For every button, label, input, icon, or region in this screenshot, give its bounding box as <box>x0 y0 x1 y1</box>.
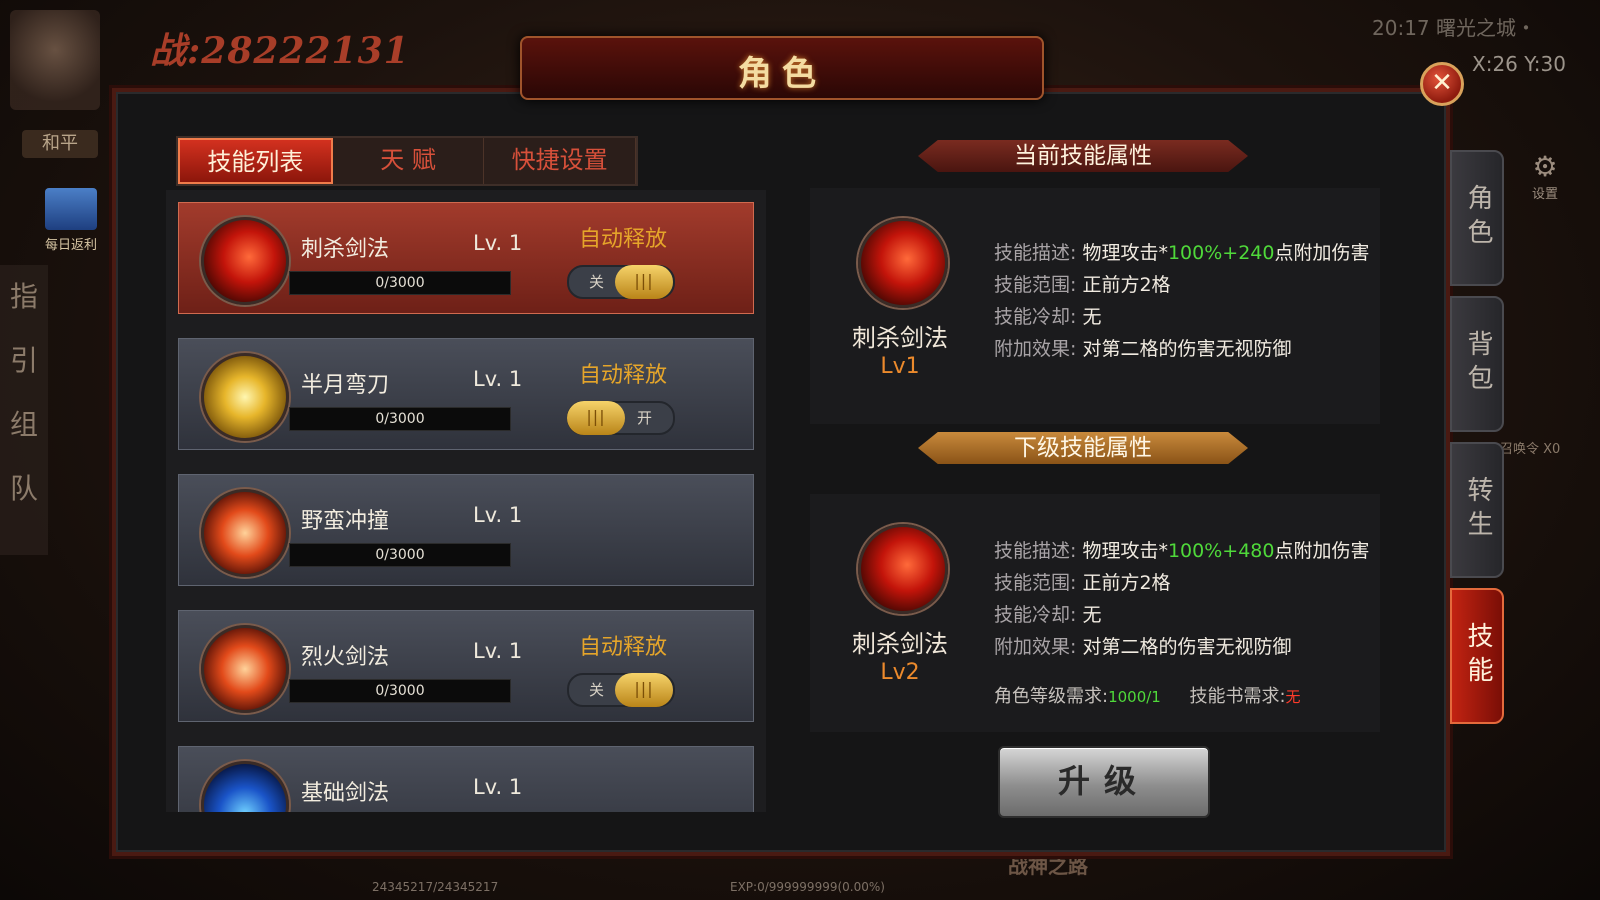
attr-effect: 附加效果: 对第二格的伤害无视防御 <box>994 338 1292 360</box>
summon-counter: 召唤令 X0 <box>1500 442 1561 457</box>
attr-effect: 附加效果: 对第二格的伤害无视防御 <box>994 636 1292 658</box>
window-title-bar: 角色 <box>520 36 1044 100</box>
auto-cast-toggle[interactable]: ||| 开 <box>567 401 675 435</box>
attr-cooldown: 技能冷却: 无 <box>994 306 1102 328</box>
skill-progress-text: 0/3000 <box>375 683 425 699</box>
tab-skill-list[interactable]: 技能列表 <box>178 138 333 184</box>
left-menu-char-1[interactable]: 指 <box>0 265 48 329</box>
next-skill-name: 刺杀剑法 <box>852 630 948 658</box>
attr-description: 技能描述: 物理攻击*100%+240点附加伤害 <box>994 242 1370 264</box>
window-title: 角色 <box>738 54 826 94</box>
hp-readout: 24345217/24345217 <box>372 880 499 894</box>
attr-cooldown: 技能冷却: 无 <box>994 604 1102 626</box>
skill-name: 基础剑法 <box>301 781 390 806</box>
attr-range: 技能范围: 正前方2格 <box>994 274 1171 296</box>
skill-row-yeman[interactable]: 野蛮冲撞 Lv. 1 0/3000 <box>178 474 754 586</box>
skill-book-requirement: 技能书需求: <box>1189 686 1286 707</box>
skill-tabs: 技能列表 天 赋 快捷设置 <box>176 136 638 186</box>
attr-range: 技能范围: 正前方2格 <box>994 572 1171 594</box>
sword-slash-icon <box>858 524 948 614</box>
skill-list[interactable]: 刺杀剑法 Lv. 1 0/3000 自动释放 关 ||| 半月弯刀 Lv. 1 … <box>166 190 766 812</box>
skill-level: Lv. 1 <box>473 775 523 799</box>
daily-rebate-label: 每日返利 <box>44 238 97 253</box>
daily-rebate-button[interactable]: 每日返利 <box>36 188 106 258</box>
basic-sword-icon <box>201 761 289 812</box>
left-side-menu: 指 引 组 队 <box>0 265 48 555</box>
left-menu-char-2[interactable]: 引 <box>0 329 48 393</box>
next-skill-level: Lv2 <box>880 660 920 685</box>
auto-cast-toggle[interactable]: 关 ||| <box>567 265 675 299</box>
next-skill-header: 下级技能属性 <box>918 432 1248 464</box>
skill-row-banyue[interactable]: 半月弯刀 Lv. 1 0/3000 自动释放 ||| 开 <box>178 338 754 450</box>
current-skill-level: Lv1 <box>880 354 920 379</box>
exp-readout: EXP:0/999999999(0.00%) <box>730 880 885 894</box>
player-avatar <box>10 10 100 110</box>
skill-level: Lv. 1 <box>473 503 523 527</box>
skill-name: 半月弯刀 <box>301 373 390 398</box>
toggle-off-label: 关 <box>589 681 605 699</box>
tab-talent[interactable]: 天 赋 <box>333 138 485 184</box>
skill-progress-text: 0/3000 <box>375 547 425 563</box>
sword-slash-icon <box>201 217 289 305</box>
half-moon-icon <box>201 353 289 441</box>
current-skill-info: 刺杀剑法 Lv1 技能描述: 物理攻击*100%+240点附加伤害 技能范围: … <box>810 188 1380 424</box>
fire-sword-icon <box>201 625 289 713</box>
toggle-on-label: 开 <box>637 409 653 427</box>
skill-row-jichu[interactable]: 基础剑法 Lv. 1 <box>178 746 754 812</box>
skill-name: 刺杀剑法 <box>301 237 390 262</box>
skill-level: Lv. 1 <box>473 367 523 391</box>
tab-shortcut-settings[interactable]: 快捷设置 <box>484 138 637 184</box>
toggle-knob: ||| <box>615 265 673 299</box>
next-skill-info: 刺杀剑法 Lv2 技能描述: 物理攻击*100%+480点附加伤害 技能范围: … <box>810 494 1380 732</box>
toggle-off-label: 关 <box>589 273 605 291</box>
side-tab-skill[interactable]: 技能 <box>1450 588 1504 724</box>
settings-label: 设置 <box>1532 187 1559 202</box>
current-skill-name: 刺杀剑法 <box>852 324 948 352</box>
toggle-knob: ||| <box>615 673 673 707</box>
left-menu-char-4[interactable]: 队 <box>0 457 48 521</box>
skill-name: 烈火剑法 <box>301 645 390 670</box>
player-coordinates: X:26 Y:30 <box>1472 52 1566 76</box>
gift-icon <box>45 188 97 230</box>
skill-progress-bar: 0/3000 <box>289 543 511 567</box>
skill-name: 野蛮冲撞 <box>301 509 390 534</box>
toggle-knob: ||| <box>567 401 625 435</box>
pk-mode-button[interactable]: 和平 <box>22 130 98 158</box>
left-menu-char-3[interactable]: 组 <box>0 393 48 457</box>
skill-progress-bar: 0/3000 <box>289 271 511 295</box>
auto-cast-toggle[interactable]: 关 ||| <box>567 673 675 707</box>
skill-level: Lv. 1 <box>473 231 523 255</box>
upgrade-button[interactable]: 升级 <box>998 746 1210 818</box>
skill-progress-text: 0/3000 <box>375 275 425 291</box>
sword-slash-icon <box>858 218 948 308</box>
skill-progress-bar: 0/3000 <box>289 407 511 431</box>
skill-progress-bar: 0/3000 <box>289 679 511 703</box>
close-button[interactable]: ✕ <box>1420 62 1464 106</box>
current-skill-header: 当前技能属性 <box>918 140 1248 172</box>
auto-cast-label: 自动释放 <box>579 635 668 660</box>
auto-cast-label: 自动释放 <box>579 363 668 388</box>
side-tab-bag[interactable]: 背包 <box>1450 296 1504 432</box>
side-tab-character[interactable]: 角色 <box>1450 150 1504 286</box>
skill-level: Lv. 1 <box>473 639 523 663</box>
gear-icon: ⚙ <box>1532 150 1558 183</box>
skill-row-cisha[interactable]: 刺杀剑法 Lv. 1 0/3000 自动释放 关 ||| <box>178 202 754 314</box>
side-tab-rebirth[interactable]: 转生 <box>1450 442 1504 578</box>
level-requirement: 角色等级需求:1000/1 技能书需求:无 <box>994 686 1301 707</box>
time-location: 20:17 曙光之城・ <box>1372 16 1536 40</box>
combat-power: 战:28222131 <box>150 30 410 72</box>
auto-cast-label: 自动释放 <box>579 227 668 252</box>
settings-button[interactable]: ⚙ 设置 <box>1532 150 1558 202</box>
charge-icon <box>201 489 289 577</box>
skill-row-liehuo[interactable]: 烈火剑法 Lv. 1 0/3000 自动释放 关 ||| <box>178 610 754 722</box>
attr-description: 技能描述: 物理攻击*100%+480点附加伤害 <box>994 540 1370 562</box>
skill-progress-text: 0/3000 <box>375 411 425 427</box>
